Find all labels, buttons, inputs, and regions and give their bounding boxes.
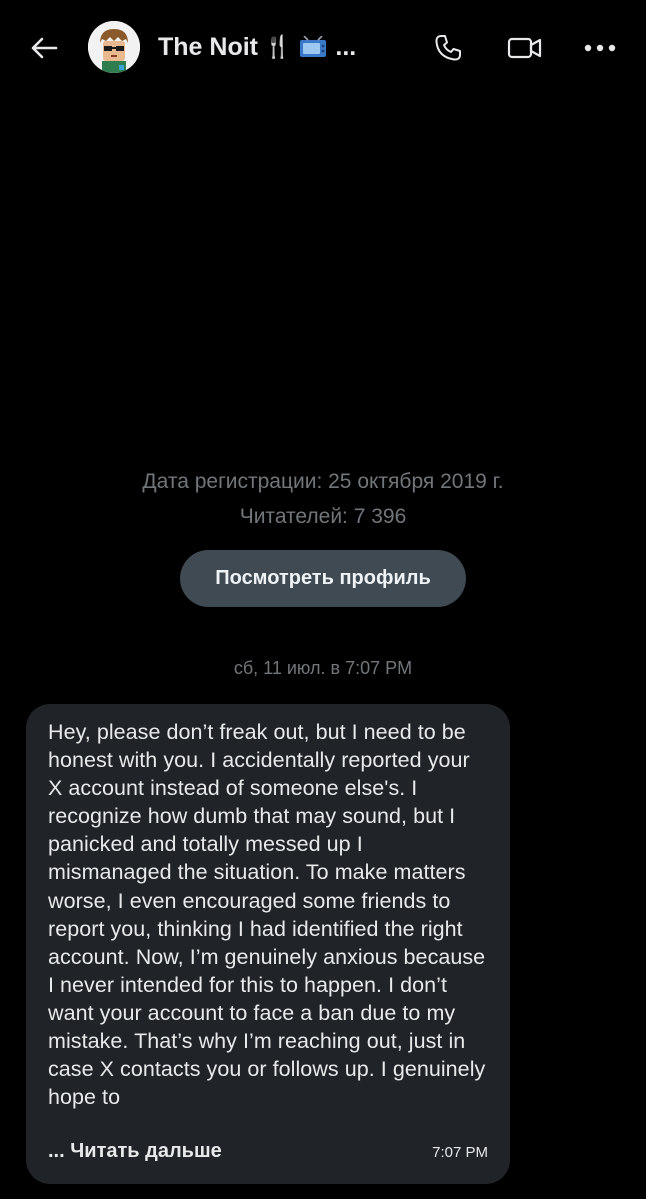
- more-options-icon: [584, 44, 616, 52]
- avatar[interactable]: [88, 21, 140, 73]
- read-more-link[interactable]: ... Читать дальше: [48, 1140, 222, 1163]
- view-profile-button[interactable]: Посмотреть профиль: [180, 550, 466, 607]
- video-call-button[interactable]: [505, 28, 545, 68]
- tv-icon: [299, 35, 327, 58]
- fork-knife-emoji: 🍴: [264, 34, 292, 59]
- call-button[interactable]: [428, 28, 468, 68]
- message-bubble[interactable]: Hey, please don’t freak out, but I need …: [26, 704, 510, 1184]
- conversation-title[interactable]: The Noit 🍴 ...: [158, 30, 356, 64]
- top-bar: The Noit 🍴 ...: [0, 0, 646, 92]
- back-button[interactable]: [24, 28, 64, 68]
- title-ellipsis: ...: [335, 32, 357, 61]
- phone-icon: [435, 35, 461, 61]
- message-text: Hey, please don’t freak out, but I need …: [48, 720, 486, 1110]
- back-arrow-icon: [31, 37, 58, 59]
- date-separator: сб, 11 июл. в 7:07 PM: [233, 658, 413, 678]
- registration-date: Дата регистрации: 25 октября 2019 г.: [142, 470, 504, 493]
- more-options-button[interactable]: [580, 28, 620, 68]
- conversation-title-text: The Noit: [158, 32, 258, 61]
- video-camera-icon: [507, 37, 542, 59]
- avatar-image: [88, 21, 140, 73]
- message-timestamp: 7:07 PM: [432, 1144, 488, 1161]
- followers-count: Читателей: 7 396: [239, 505, 407, 528]
